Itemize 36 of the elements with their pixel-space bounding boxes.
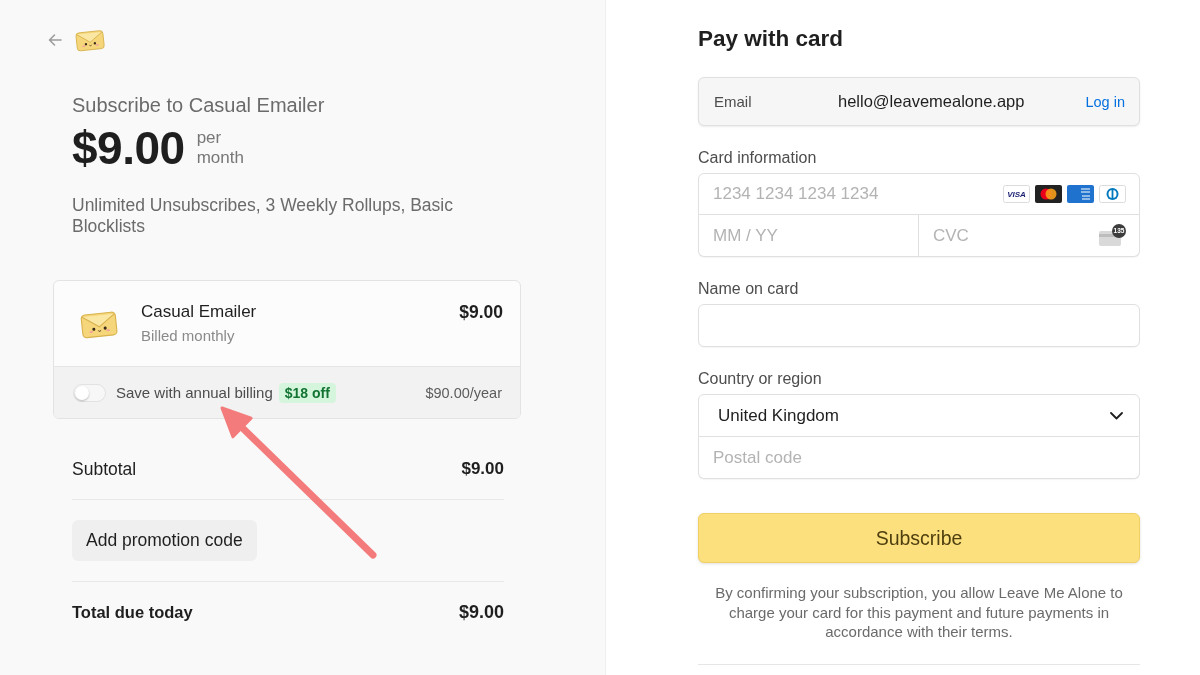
card-info-label: Card information [698,149,818,167]
total-amount: $9.00 [458,602,504,622]
total-label: Total due today [72,602,193,622]
chevron-down-icon [1110,411,1123,420]
card-brand-icon [1099,185,1126,203]
back-arrow-icon[interactable] [48,34,62,46]
name-on-card-field[interactable] [698,304,1140,347]
card-brand-icon [1035,185,1062,203]
subtotal-amount: $9.00 [461,459,504,479]
plan-price: $9.00 [72,123,185,173]
discount-badge: $18 off [278,382,336,403]
plan-description: Unlimited Unsubscribes, 3 Weekly Rollups, Basic Blocklists [72,195,454,237]
annual-price: $90.00/year [425,384,502,401]
subtotal-label: Subtotal [72,459,137,479]
item-name: Casual Emailer [141,302,258,322]
log-in-link[interactable]: Log in [1085,93,1125,110]
promotion-code-button[interactable]: Add promotion code [72,520,257,561]
envelope-face-icon [75,28,105,52]
country-select[interactable]: United Kingdom [698,394,1140,437]
name-on-card-label: Name on card [698,280,800,298]
expiry-field[interactable]: MM / YY [698,215,919,257]
country-label: Country or region [698,370,823,388]
item-amount: $9.00 [459,302,503,322]
plan-heading: Subscribe to Casual Emailer [72,93,326,117]
card-brand-icon: VISA [1003,185,1030,203]
subscribe-button[interactable]: Subscribe [698,513,1140,563]
billing-period: per month [196,128,245,168]
email-label: Email [714,93,753,110]
postal-code-field[interactable]: Postal code [698,437,1140,479]
annual-billing-toggle[interactable] [73,383,106,402]
email-value: hello@leavemealone.app [838,92,1025,111]
payment-title: Pay with card [698,25,845,53]
annual-billing-label: Save with annual billing [116,384,273,401]
item-billing: Billed monthly [141,327,236,345]
terms-text: By confirming your subscription, you allow Leave Me Alone to charge your card for this payment and future payments in accordance with their terms. [714,583,1124,642]
card-brand-icon [1067,185,1094,203]
